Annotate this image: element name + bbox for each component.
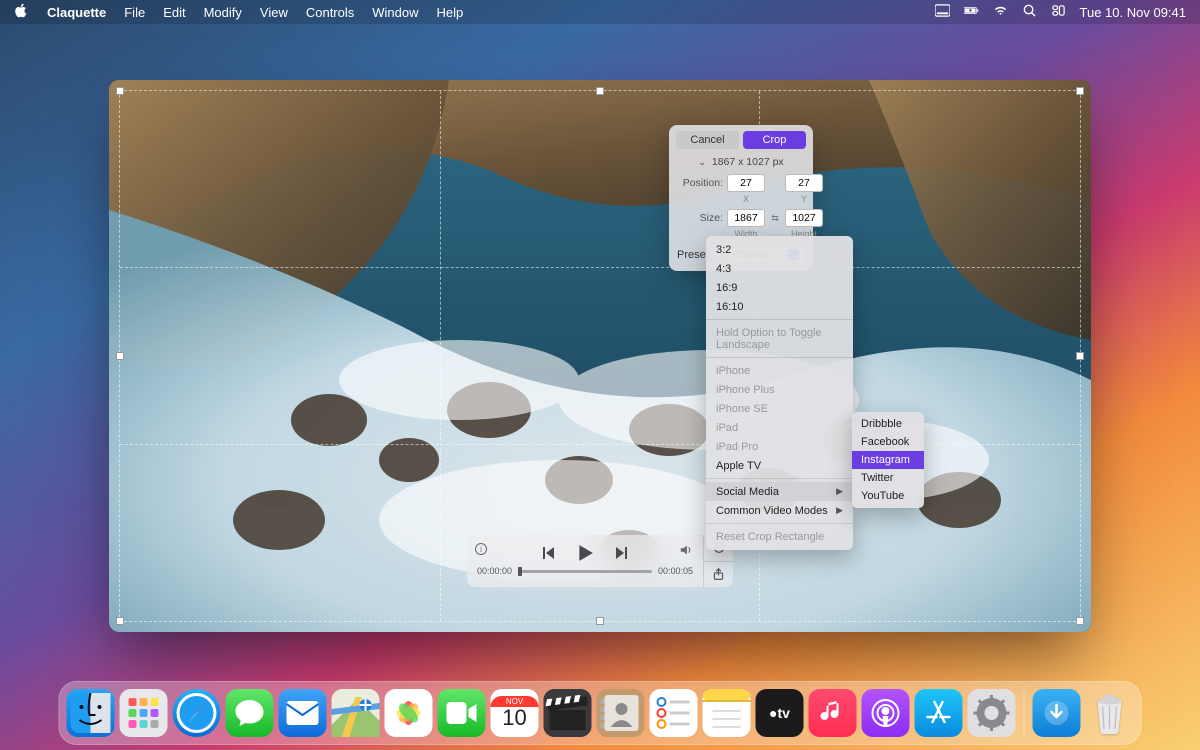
preset-hint: Hold Option to Toggle Landscape: [706, 323, 853, 354]
dock-safari[interactable]: [173, 689, 221, 737]
chevron-right-icon: ▶: [836, 505, 843, 516]
calendar-day: 10: [502, 705, 526, 731]
submenu-facebook[interactable]: Facebook: [852, 433, 924, 451]
dock-finder[interactable]: [67, 689, 115, 737]
dock-music[interactable]: [809, 689, 857, 737]
menu-window[interactable]: Window: [372, 5, 418, 20]
crop-handle-r[interactable]: [1076, 352, 1084, 360]
crop-handle-t[interactable]: [596, 87, 604, 95]
timeline-slider[interactable]: [518, 570, 652, 573]
wifi-icon[interactable]: [993, 3, 1008, 21]
menu-edit[interactable]: Edit: [163, 5, 185, 20]
dock-tv[interactable]: ●tv: [756, 689, 804, 737]
preset-dropdown: 3:2 4:3 16:9 16:10 Hold Option to Toggle…: [706, 236, 853, 550]
dock-system-prefs[interactable]: [968, 689, 1016, 737]
preset-social-media[interactable]: Social Media▶: [706, 482, 853, 501]
dock-separator: [1024, 691, 1025, 735]
cancel-button[interactable]: Cancel: [676, 131, 739, 149]
step-fwd-button[interactable]: [614, 545, 630, 561]
menu-controls[interactable]: Controls: [306, 5, 354, 20]
crop-button[interactable]: Crop: [743, 131, 806, 149]
position-y-input[interactable]: [785, 174, 823, 192]
y-sublabel: Y: [785, 194, 823, 204]
dock-indicator-icon[interactable]: [935, 3, 950, 21]
preset-reset[interactable]: Reset Crop Rectangle: [706, 527, 853, 546]
preset-ipad[interactable]: iPad: [706, 418, 853, 437]
preset-3-2[interactable]: 3:2: [706, 240, 853, 259]
submenu-instagram[interactable]: Instagram: [852, 451, 924, 469]
width-input[interactable]: [727, 209, 765, 227]
preset-iphone-se[interactable]: iPhone SE: [706, 399, 853, 418]
crop-handle-l[interactable]: [116, 352, 124, 360]
dock-downloads[interactable]: [1033, 689, 1081, 737]
dock-appstore[interactable]: [915, 689, 963, 737]
chevron-right-icon: ▶: [836, 486, 843, 497]
menu-app[interactable]: Claquette: [47, 5, 106, 20]
control-center-icon[interactable]: [1051, 3, 1066, 21]
x-sublabel: X: [727, 194, 765, 204]
dock-reminders[interactable]: [650, 689, 698, 737]
preset-apple-tv[interactable]: Apple TV: [706, 456, 853, 475]
dock-mail[interactable]: [279, 689, 327, 737]
info-icon[interactable]: i: [475, 543, 487, 555]
preset-16-9[interactable]: 16:9: [706, 278, 853, 297]
crop-handle-bl[interactable]: [116, 617, 124, 625]
menubar: Claquette File Edit Modify View Controls…: [0, 0, 1200, 24]
menu-help[interactable]: Help: [437, 5, 464, 20]
spotlight-icon[interactable]: [1022, 3, 1037, 21]
crop-handle-br[interactable]: [1076, 617, 1084, 625]
menu-modify[interactable]: Modify: [204, 5, 242, 20]
battery-icon[interactable]: [964, 3, 979, 21]
submenu-twitter[interactable]: Twitter: [852, 469, 924, 487]
preset-common-video[interactable]: Common Video Modes▶: [706, 501, 853, 520]
crop-dimensions: 1867 x 1027 px: [712, 156, 784, 168]
preset-16-10[interactable]: 16:10: [706, 297, 853, 316]
time-duration: 00:00:05: [658, 566, 693, 576]
tv-label: tv: [778, 705, 790, 721]
submenu-dribbble[interactable]: Dribbble: [852, 415, 924, 433]
dock-maps[interactable]: [332, 689, 380, 737]
submenu-youtube[interactable]: YouTube: [852, 487, 924, 505]
menubar-datetime[interactable]: Tue 10. Nov 09:41: [1080, 5, 1186, 20]
lock-aspect-icon[interactable]: ⇆: [769, 213, 781, 224]
crop-handle-tl[interactable]: [116, 87, 124, 95]
size-label: Size:: [677, 212, 723, 224]
chevron-down-icon: ⌄: [698, 157, 706, 168]
position-x-input[interactable]: [727, 174, 765, 192]
dock-contacts[interactable]: [597, 689, 645, 737]
dock-trash[interactable]: [1086, 689, 1134, 737]
dock-podcasts[interactable]: [862, 689, 910, 737]
preset-4-3[interactable]: 4:3: [706, 259, 853, 278]
crop-handle-b[interactable]: [596, 617, 604, 625]
play-button[interactable]: [576, 544, 594, 562]
dock-messages[interactable]: [226, 689, 274, 737]
preset-ipad-pro[interactable]: iPad Pro: [706, 437, 853, 456]
video-window: i 00:00:00 00:00:05: [109, 80, 1091, 632]
step-back-button[interactable]: [540, 545, 556, 561]
menu-view[interactable]: View: [260, 5, 288, 20]
preset-iphone[interactable]: iPhone: [706, 361, 853, 380]
dock-photos[interactable]: [385, 689, 433, 737]
menu-file[interactable]: File: [124, 5, 145, 20]
player-controls: i 00:00:00 00:00:05: [467, 535, 733, 587]
crop-handle-tr[interactable]: [1076, 87, 1084, 95]
dock: NOV10 ●tv: [59, 681, 1142, 745]
time-current: 00:00:00: [477, 566, 512, 576]
share-button[interactable]: [704, 562, 733, 588]
dock-calendar[interactable]: NOV10: [491, 689, 539, 737]
dock-claquette[interactable]: [544, 689, 592, 737]
dock-facetime[interactable]: [438, 689, 486, 737]
position-label: Position:: [677, 177, 723, 189]
preset-iphone-plus[interactable]: iPhone Plus: [706, 380, 853, 399]
height-input[interactable]: [785, 209, 823, 227]
social-submenu: Dribbble Facebook Instagram Twitter YouT…: [852, 412, 924, 508]
dock-notes[interactable]: [703, 689, 751, 737]
crop-dimensions-toggle[interactable]: ⌄ 1867 x 1027 px: [669, 154, 813, 172]
dock-launchpad[interactable]: [120, 689, 168, 737]
volume-icon[interactable]: [679, 543, 693, 557]
apple-icon[interactable]: [14, 3, 29, 21]
